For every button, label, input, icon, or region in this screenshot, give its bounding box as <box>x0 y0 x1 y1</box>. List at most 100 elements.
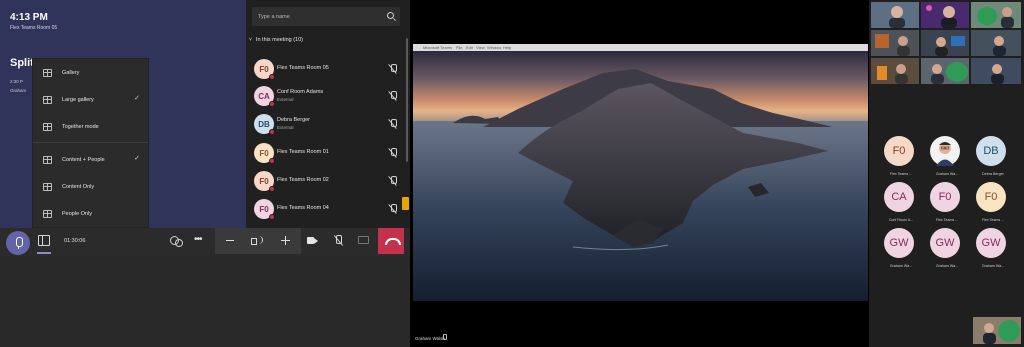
mic-off-icon[interactable] <box>389 91 397 101</box>
speaker-icon[interactable] <box>251 235 263 246</box>
shared-menu-item: Edit <box>466 45 473 50</box>
share-screen-icon[interactable] <box>358 236 369 244</box>
avatar: DB <box>976 136 1006 166</box>
mic-off-icon[interactable] <box>389 148 397 158</box>
person-silhouette-icon <box>935 36 965 56</box>
menu-item-gallery[interactable]: Gallery <box>33 59 148 86</box>
check-icon: ✓ <box>134 95 140 102</box>
person-silhouette-icon <box>993 36 1006 56</box>
check-icon: ✓ <box>134 155 140 162</box>
mic-off-icon[interactable] <box>389 204 397 214</box>
volume-up-button[interactable] <box>281 236 290 245</box>
menu-item-together-mode[interactable]: Together mode <box>33 113 148 140</box>
meeting-organizer: Graham <box>10 88 27 93</box>
participants-scrollbar[interactable] <box>406 38 408 162</box>
avatar: CA <box>884 182 914 212</box>
person-silhouette-icon <box>877 64 908 84</box>
search-icon[interactable] <box>387 12 394 19</box>
in-meeting-header[interactable]: ˅ In this meeting (10) <box>249 37 303 43</box>
self-view-video[interactable] <box>973 317 1021 344</box>
participant-row[interactable]: F0 Flex Teams Room 04 <box>254 199 404 223</box>
menu-item-large-gallery[interactable]: Large gallery ✓ <box>33 86 148 113</box>
in-meeting-label: In this meeting (10) <box>255 37 303 43</box>
avatar: GW <box>884 228 914 258</box>
gallery-tile[interactable]: CA Conf Room A... <box>881 182 917 230</box>
person-silhouette-icon <box>973 317 1021 344</box>
participant-name: Flex Teams Room 05 <box>277 65 329 71</box>
volume-down-button[interactable] <box>226 240 234 241</box>
mic-icon <box>442 334 447 341</box>
video-thumbnail[interactable] <box>921 30 969 56</box>
microphone-button[interactable] <box>6 231 30 255</box>
mic-off-icon[interactable] <box>389 119 397 129</box>
more-options-button[interactable]: ••• <box>194 234 202 245</box>
video-thumbnail[interactable] <box>921 58 969 84</box>
participant-row[interactable]: F0 Flex Teams Room 05 <box>254 59 404 83</box>
layout-button[interactable] <box>38 235 50 246</box>
participant-row[interactable]: CA Conf Room Adams External <box>254 86 404 110</box>
video-thumbnail[interactable] <box>871 2 919 28</box>
camera-button[interactable] <box>307 237 319 245</box>
menu-item-label: Together mode <box>62 123 99 130</box>
gallery-tile[interactable]: GW Graham Wa... <box>881 228 917 276</box>
avatar: F0 <box>930 182 960 212</box>
tile-name: Flex Teams ... <box>981 218 1005 222</box>
gallery-tile[interactable]: Graham Wa... <box>927 136 963 184</box>
participants-toggle-button[interactable] <box>170 235 183 247</box>
shared-menu-item: Microsoft Teams <box>423 45 453 50</box>
presenter-name: Graham Walsh <box>415 336 445 341</box>
menu-item-label: Content + People <box>62 156 105 163</box>
person-photo-icon <box>936 142 954 166</box>
mute-toggle-button[interactable] <box>334 235 343 247</box>
tile-name: Flex Teams ... <box>889 172 913 176</box>
shared-menu-item: Help <box>503 45 512 50</box>
gallery-tile[interactable]: DB Debra Berger <box>973 136 1009 184</box>
mic-off-icon[interactable] <box>389 64 397 74</box>
content-only-icon <box>43 182 52 191</box>
participant-subtitle: External <box>277 97 294 102</box>
tile-name: Graham Wa... <box>935 172 959 176</box>
tile-name: Graham Wa... <box>935 264 959 268</box>
video-thumbnail[interactable] <box>971 30 1021 56</box>
presence-badge <box>269 101 275 107</box>
presence-badge <box>269 214 275 220</box>
avatar: GW <box>976 228 1006 258</box>
gallery-tile[interactable]: GW Graham Wa... <box>927 228 963 276</box>
gallery-tile[interactable]: F0 Flex Teams ... <box>881 136 917 184</box>
avatar <box>930 136 960 166</box>
video-thumbnail[interactable] <box>871 30 919 56</box>
video-thumbnail[interactable] <box>871 58 919 84</box>
participant-row[interactable]: DB Debra Berger External <box>254 114 404 138</box>
menu-item-label: Content Only <box>62 183 95 190</box>
gallery-tile[interactable]: GW Graham Wa... <box>973 228 1009 276</box>
notification-badge-icon[interactable] <box>402 197 409 210</box>
video-thumbnail[interactable] <box>971 2 1021 28</box>
presence-badge <box>269 186 275 192</box>
shared-menu-bar: Microsoft Teams File Edit View Window He… <box>413 44 868 51</box>
content-people-icon <box>43 155 52 164</box>
menu-item-content-only[interactable]: Content Only <box>33 173 148 200</box>
menu-item-people-only[interactable]: People Only <box>33 200 148 227</box>
person-silhouette-icon <box>875 34 910 56</box>
gallery-tile[interactable]: F0 Flex Teams ... <box>927 182 963 230</box>
tile-name: Graham Wa... <box>981 264 1005 268</box>
hang-up-button[interactable] <box>378 228 404 254</box>
presence-badge <box>269 129 275 135</box>
active-indicator <box>37 252 51 254</box>
meeting-time: 2:30 P <box>10 79 24 84</box>
room-name: Flex Teams Room 05 <box>10 25 58 31</box>
person-silhouette-icon <box>889 6 905 28</box>
person-silhouette-icon <box>931 62 968 84</box>
participant-row[interactable]: F0 Flex Teams Room 01 <box>254 143 404 167</box>
search-input[interactable] <box>252 7 382 26</box>
mic-off-icon[interactable] <box>389 176 397 186</box>
gallery-tile[interactable]: F0 Flex Teams ... <box>973 182 1009 230</box>
menu-divider <box>33 142 148 143</box>
video-thumbnail[interactable] <box>921 2 969 28</box>
menu-item-content-people[interactable]: Content + People ✓ <box>33 146 148 173</box>
participant-row[interactable]: F0 Flex Teams Room 02 <box>254 171 404 195</box>
participant-name: Conf Room Adams <box>277 89 324 95</box>
video-thumbnail[interactable] <box>971 58 1021 84</box>
shared-menu-item: View <box>476 45 485 50</box>
call-timer: 01:30:06 <box>64 238 86 244</box>
